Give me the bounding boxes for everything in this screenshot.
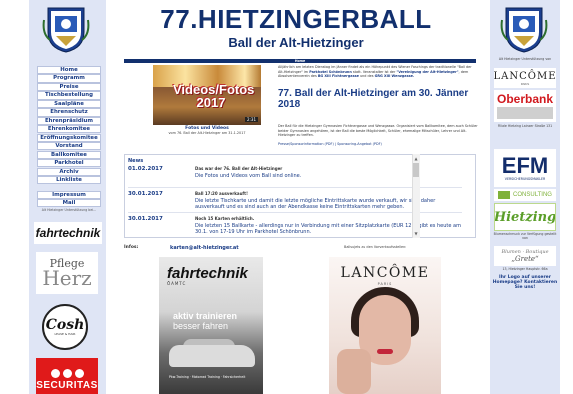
- logo-contact-cta[interactable]: Ihr Logo auf unserer Homepage? Kontaktie…: [492, 275, 558, 290]
- intro-text: Alljährlich am letzten Dienstag im Jänne…: [278, 65, 478, 79]
- consulting-mark-icon: [498, 191, 511, 199]
- ball-description: Der Ball für die Hietzinger Gymnasien Fi…: [278, 124, 478, 137]
- nav-item-ballkomitee[interactable]: Ballkomitee: [37, 150, 101, 159]
- video-duration: 2:31: [245, 117, 258, 122]
- nav-item-linkliste[interactable]: Linkliste: [37, 176, 101, 185]
- ball-headline: 77. Ball der Alt-Hietzinger am 30. Jänne…: [278, 88, 469, 110]
- nav-item-impressum[interactable]: Impressum: [37, 190, 101, 199]
- intro-org: "Vereinigung der Alt-Hietzinger": [396, 69, 459, 74]
- crest-logo-left[interactable]: [42, 4, 90, 54]
- securitas-logo-text: SECURITAS: [36, 380, 98, 391]
- intro-venue: Parkhotel Schönbrunn: [309, 69, 352, 74]
- sponsor-lancome[interactable]: LANCÔME PARIS: [494, 68, 556, 88]
- scroll-up-arrow-icon[interactable]: ▲: [413, 156, 419, 161]
- info-label: Infos:: [124, 245, 139, 250]
- page-title: 77.HIETZINGERBALL: [160, 4, 432, 34]
- crest-logo-right[interactable]: [500, 4, 548, 54]
- sponsor-fahrtechnik[interactable]: fahrtechnik: [34, 222, 102, 244]
- video-thumbnail[interactable]: Videos/Fotos 2017 2:31: [153, 65, 261, 125]
- intro-school: BG XIII Fichtnergasse: [317, 74, 359, 78]
- news-headline: Noch 15 Karten erhältlich.: [195, 216, 255, 221]
- hietzing-logo-text: Hietzing: [494, 209, 556, 225]
- news-headline: Ball 17:20 ausverkauft!: [195, 191, 248, 196]
- sponsor-consulting[interactable]: CONSULTING: [494, 189, 556, 201]
- oberbank-logo-text: Oberbank: [497, 92, 554, 106]
- video-caption-sub: vom 76. Ball der Alt-Hietzinger am 31.1.…: [168, 131, 246, 135]
- info-email-link[interactable]: karten@alt-hietzinger.at: [170, 245, 239, 251]
- sponsor-efm[interactable]: EFM VERSICHERUNGSMAKLER: [494, 149, 556, 187]
- cosh-subtext: LEASE & HAIR: [54, 332, 76, 336]
- sponsor-grete[interactable]: Blumen · Boutique „Grete“: [494, 246, 556, 266]
- news-text: Die letzten 15 Ballkarte - allerdings nu…: [195, 223, 461, 235]
- ad-fahrtechnik-slogan-1: aktiv trainieren: [173, 311, 238, 321]
- consulting-text: CONSULTING: [513, 192, 552, 198]
- hietzing-note: Blumenschmuck zur Verfügung gestellt von: [493, 232, 557, 240]
- news-date: 30.01.2017: [128, 191, 163, 197]
- page: 77.HIETZINGERBALL Ball der Alt-Hietzinge…: [0, 0, 573, 394]
- info-note: Ballsujets zu den Vorverkaufsstellen:: [344, 245, 407, 249]
- oberbank-image: [497, 107, 553, 119]
- fahrtechnik-logo-text: fahrtechnik: [35, 226, 101, 240]
- intro-school2: GRG XIII Wenzgasse.: [374, 74, 415, 78]
- grete-note: 13, Hietzinger Hauptstr. 66a: [502, 267, 548, 271]
- securitas-dots-icon: [50, 369, 84, 378]
- nav-item-eroeffnungskomitee[interactable]: Eröffnungskomitee: [37, 133, 101, 142]
- nav-item-ehrenkomitee[interactable]: Ehrenkomitee: [37, 125, 101, 134]
- news-date: 01.02.2017: [128, 166, 163, 172]
- model-lips: [377, 349, 393, 354]
- main-nav: Home Programm Preise Tischbestellung Saa…: [37, 66, 101, 212]
- news-text: Die letzte Tischkarte und damit die letz…: [195, 198, 436, 210]
- grete-name: „Grete“: [511, 255, 539, 263]
- ad-lancome-sub: PARIS: [377, 282, 393, 286]
- scroll-down-arrow-icon[interactable]: ▼: [413, 231, 419, 236]
- sponsor-oberbank[interactable]: Oberbank: [494, 90, 556, 122]
- nav-item-home[interactable]: Home: [37, 66, 101, 75]
- news-headline: Das war der 76. Ball der Alt-Hietzinger: [195, 166, 283, 171]
- model-hand: [337, 349, 371, 394]
- nav-item-archiv[interactable]: Archiv: [37, 167, 101, 176]
- ad-lancome-logo: LANCÔME: [340, 265, 430, 281]
- ad-fahrtechnik[interactable]: fahrtechnik ÖAMTC aktiv trainieren besse…: [159, 257, 263, 394]
- intro-text-b: statt. Veranstalter ist der: [352, 69, 396, 74]
- news-text[interactable]: Die Fotos und Videos vom Ball sind onlin…: [195, 173, 463, 179]
- sponsor-hietzing[interactable]: Hietzing: [494, 203, 556, 231]
- nav-item-tischbestellung[interactable]: Tischbestellung: [37, 91, 101, 100]
- car-image: [169, 345, 255, 367]
- nav-item-preise[interactable]: Preise: [37, 82, 101, 92]
- sponsor-pflege-herz[interactable]: Pflege Herz: [36, 252, 98, 294]
- nav-item-ehrenschutz[interactable]: Ehrenschutz: [37, 108, 101, 117]
- cosh-logo-text: Cosh: [45, 317, 85, 333]
- nav-item-mail[interactable]: Mail: [37, 199, 101, 208]
- sponsor-securitas[interactable]: SECURITAS: [36, 358, 98, 394]
- oberbank-note: Filiale Hietzing Lainzer Straße 131: [497, 124, 553, 128]
- news-date: 30.01.2017: [128, 216, 163, 222]
- efm-subtext: VERSICHERUNGSMAKLER: [504, 177, 546, 181]
- page-subtitle: Ball der Alt-Hietzinger: [228, 35, 364, 50]
- content-top-bar-label: Home: [294, 59, 306, 63]
- right-note-top: Alt Hietzinger Unterstützung von: [498, 57, 552, 61]
- nav-note: Alt Hietzinger Unterstützung bei...: [41, 208, 97, 213]
- lancome-logo-text: LANCÔME: [494, 70, 556, 82]
- intro-text-d: und des: [359, 74, 374, 78]
- nav-item-programm[interactable]: Programm: [37, 74, 101, 83]
- nav-item-vorstand[interactable]: Vorstand: [37, 142, 101, 151]
- lancome-subtext: PARIS: [520, 81, 530, 86]
- nav-item-parkhotel[interactable]: Parkhotel: [37, 159, 101, 168]
- herz-text: Herz: [42, 266, 92, 290]
- news-box[interactable]: News 01.02.2017 Das war der 76. Ball der…: [124, 154, 476, 238]
- nav-item-ehrenpraesidium[interactable]: Ehrenpräsidium: [37, 116, 101, 125]
- ad-fahrtechnik-slogan-2: besser fahren: [173, 321, 229, 331]
- news-title: News: [128, 158, 144, 164]
- sponsor-cosh[interactable]: Cosh LEASE & HAIR: [42, 304, 88, 350]
- efm-logo-text: EFM: [501, 153, 549, 178]
- ad-fahrtechnik-logo: fahrtechnik: [167, 265, 248, 282]
- news-scroll-thumb[interactable]: [413, 163, 419, 177]
- video-overlay-text: Videos/Fotos 2017: [173, 82, 255, 110]
- ad-lancome[interactable]: LANCÔME PARIS: [329, 257, 441, 394]
- ad-fahrtechnik-list: Pkw-Training · Motorrad Training · Fahrs…: [169, 375, 246, 379]
- ball-pdf-links[interactable]: Presse/Sponsorinformation (PDF) | Sponso…: [278, 142, 478, 147]
- ad-fahrtechnik-sub: ÖAMTC: [167, 281, 187, 286]
- nav-item-saalplaene[interactable]: Saalpläne: [37, 99, 101, 109]
